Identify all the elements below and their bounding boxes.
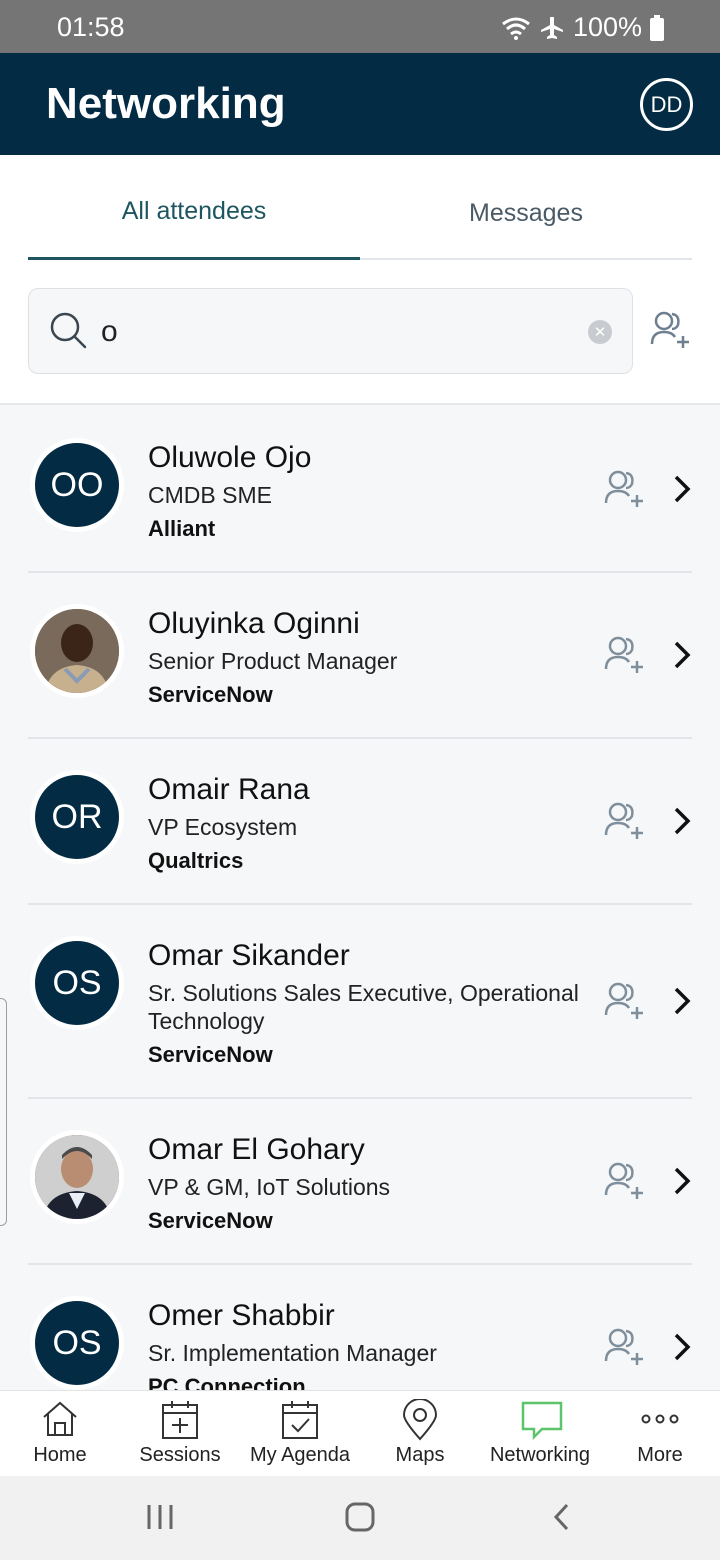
attendee-company: ServiceNow	[148, 1042, 273, 1067]
battery-icon	[650, 14, 664, 41]
add-contact-icon[interactable]	[604, 469, 646, 509]
tab-bar: All attendees Messages	[28, 176, 692, 260]
chevron-right-icon[interactable]	[672, 1167, 692, 1195]
attendee-company: ServiceNow	[148, 682, 273, 707]
wifi-icon	[502, 17, 530, 40]
avatar: OO	[30, 438, 124, 532]
avatar	[30, 604, 124, 698]
status-icons: 100%	[501, 12, 664, 43]
chevron-right-icon[interactable]	[672, 807, 692, 835]
list-item[interactable]: Omar El Gohary VP & GM, IoT Solutions Se…	[28, 1099, 692, 1265]
chevron-right-icon[interactable]	[672, 987, 692, 1015]
status-time: 01:58	[57, 12, 125, 42]
add-contact-icon[interactable]	[604, 981, 646, 1021]
nav-label: Sessions	[139, 1444, 221, 1466]
attendee-company: PC Connection	[148, 1374, 306, 1390]
attendee-name: Oluwole Ojo	[148, 441, 312, 474]
nav-my-agenda[interactable]: My Agenda	[240, 1391, 360, 1477]
list-item[interactable]: OR Omair Rana VP Ecosystem Qualtrics	[28, 739, 692, 905]
clear-icon[interactable]: ✕	[588, 320, 612, 344]
attendee-company: ServiceNow	[148, 1208, 273, 1233]
avatar: OS	[30, 936, 124, 1030]
nav-home[interactable]: Home	[0, 1391, 120, 1477]
add-contact-icon[interactable]	[604, 1327, 646, 1367]
calendar-check-icon	[282, 1401, 318, 1439]
attendee-title: CMDB SME	[148, 482, 272, 508]
map-pin-icon	[402, 1399, 438, 1441]
list-item[interactable]: Oluyinka Oginni Senior Product Manager S…	[28, 573, 692, 739]
profile-avatar[interactable]: DD	[640, 78, 693, 131]
attendee-name: Omar El Gohary	[148, 1133, 365, 1166]
home-icon	[43, 1401, 77, 1436]
add-contact-icon[interactable]	[604, 801, 646, 841]
add-contact-icon[interactable]	[650, 310, 692, 350]
add-contact-icon[interactable]	[604, 635, 646, 675]
attendee-name: Omer Shabbir	[148, 1299, 335, 1332]
chat-bubble-icon	[521, 1401, 563, 1441]
attendee-company: Alliant	[148, 516, 216, 541]
system-nav-bar	[0, 1476, 720, 1560]
recent-apps-icon[interactable]	[145, 1502, 175, 1532]
nav-more[interactable]: More	[600, 1391, 720, 1477]
calendar-plus-icon	[162, 1401, 198, 1439]
chevron-right-icon[interactable]	[672, 641, 692, 669]
search-icon	[50, 312, 87, 349]
app-header: Networking DD	[0, 53, 720, 155]
attendee-name: Oluyinka Oginni	[148, 607, 360, 640]
search-input[interactable]: o ✕	[28, 288, 633, 374]
status-bar: 01:58 100%	[0, 0, 720, 53]
nav-label: More	[637, 1444, 683, 1466]
attendee-title: Senior Product Manager	[148, 648, 398, 674]
list-item[interactable]: OO Oluwole Ojo CMDB SME Alliant	[28, 405, 692, 573]
attendee-list: OO Oluwole Ojo CMDB SME Alliant Oluyinka…	[0, 403, 720, 1390]
chevron-right-icon[interactable]	[672, 475, 692, 503]
nav-label: My Agenda	[249, 1444, 351, 1466]
battery-percent: 100%	[572, 12, 642, 42]
chevron-right-icon[interactable]	[672, 1333, 692, 1361]
airplane-icon	[540, 16, 563, 39]
more-dots-icon	[641, 1414, 679, 1424]
tab-messages[interactable]: Messages	[360, 176, 692, 260]
profile-photo	[35, 609, 119, 693]
nav-sessions[interactable]: Sessions	[120, 1391, 240, 1477]
back-icon[interactable]	[552, 1502, 572, 1532]
attendee-title: VP Ecosystem	[148, 814, 298, 840]
scroll-handle[interactable]	[0, 998, 7, 1226]
profile-photo	[35, 1135, 119, 1219]
avatar	[30, 1130, 124, 1224]
attendee-title: Sr. Implementation Manager	[148, 1340, 437, 1366]
list-item[interactable]: OS Omar Sikander Sr. Solutions Sales Exe…	[28, 905, 692, 1099]
nav-networking[interactable]: Networking	[480, 1391, 600, 1477]
list-item[interactable]: OS Omer Shabbir Sr. Implementation Manag…	[28, 1265, 692, 1390]
attendee-title: Sr. Solutions Sales Executive, Operation…	[148, 980, 579, 1034]
nav-label: Networking	[489, 1444, 591, 1466]
search-value: o	[101, 315, 118, 348]
home-button-icon[interactable]	[345, 1502, 375, 1532]
attendee-name: Omair Rana	[148, 773, 310, 806]
nav-maps[interactable]: Maps	[360, 1391, 480, 1477]
page-title: Networking	[46, 79, 286, 128]
bottom-nav: Home Sessions My Agenda Maps Networking …	[0, 1390, 720, 1476]
attendee-title: VP & GM, IoT Solutions	[148, 1174, 391, 1200]
add-contact-icon[interactable]	[604, 1161, 646, 1201]
nav-label: Home	[33, 1444, 87, 1466]
avatar: OR	[30, 770, 124, 864]
avatar: OS	[30, 1296, 124, 1390]
nav-label: Maps	[395, 1444, 445, 1466]
attendee-company: Qualtrics	[148, 848, 244, 873]
attendee-name: Omar Sikander	[148, 939, 350, 972]
tab-all-attendees[interactable]: All attendees	[28, 176, 360, 260]
